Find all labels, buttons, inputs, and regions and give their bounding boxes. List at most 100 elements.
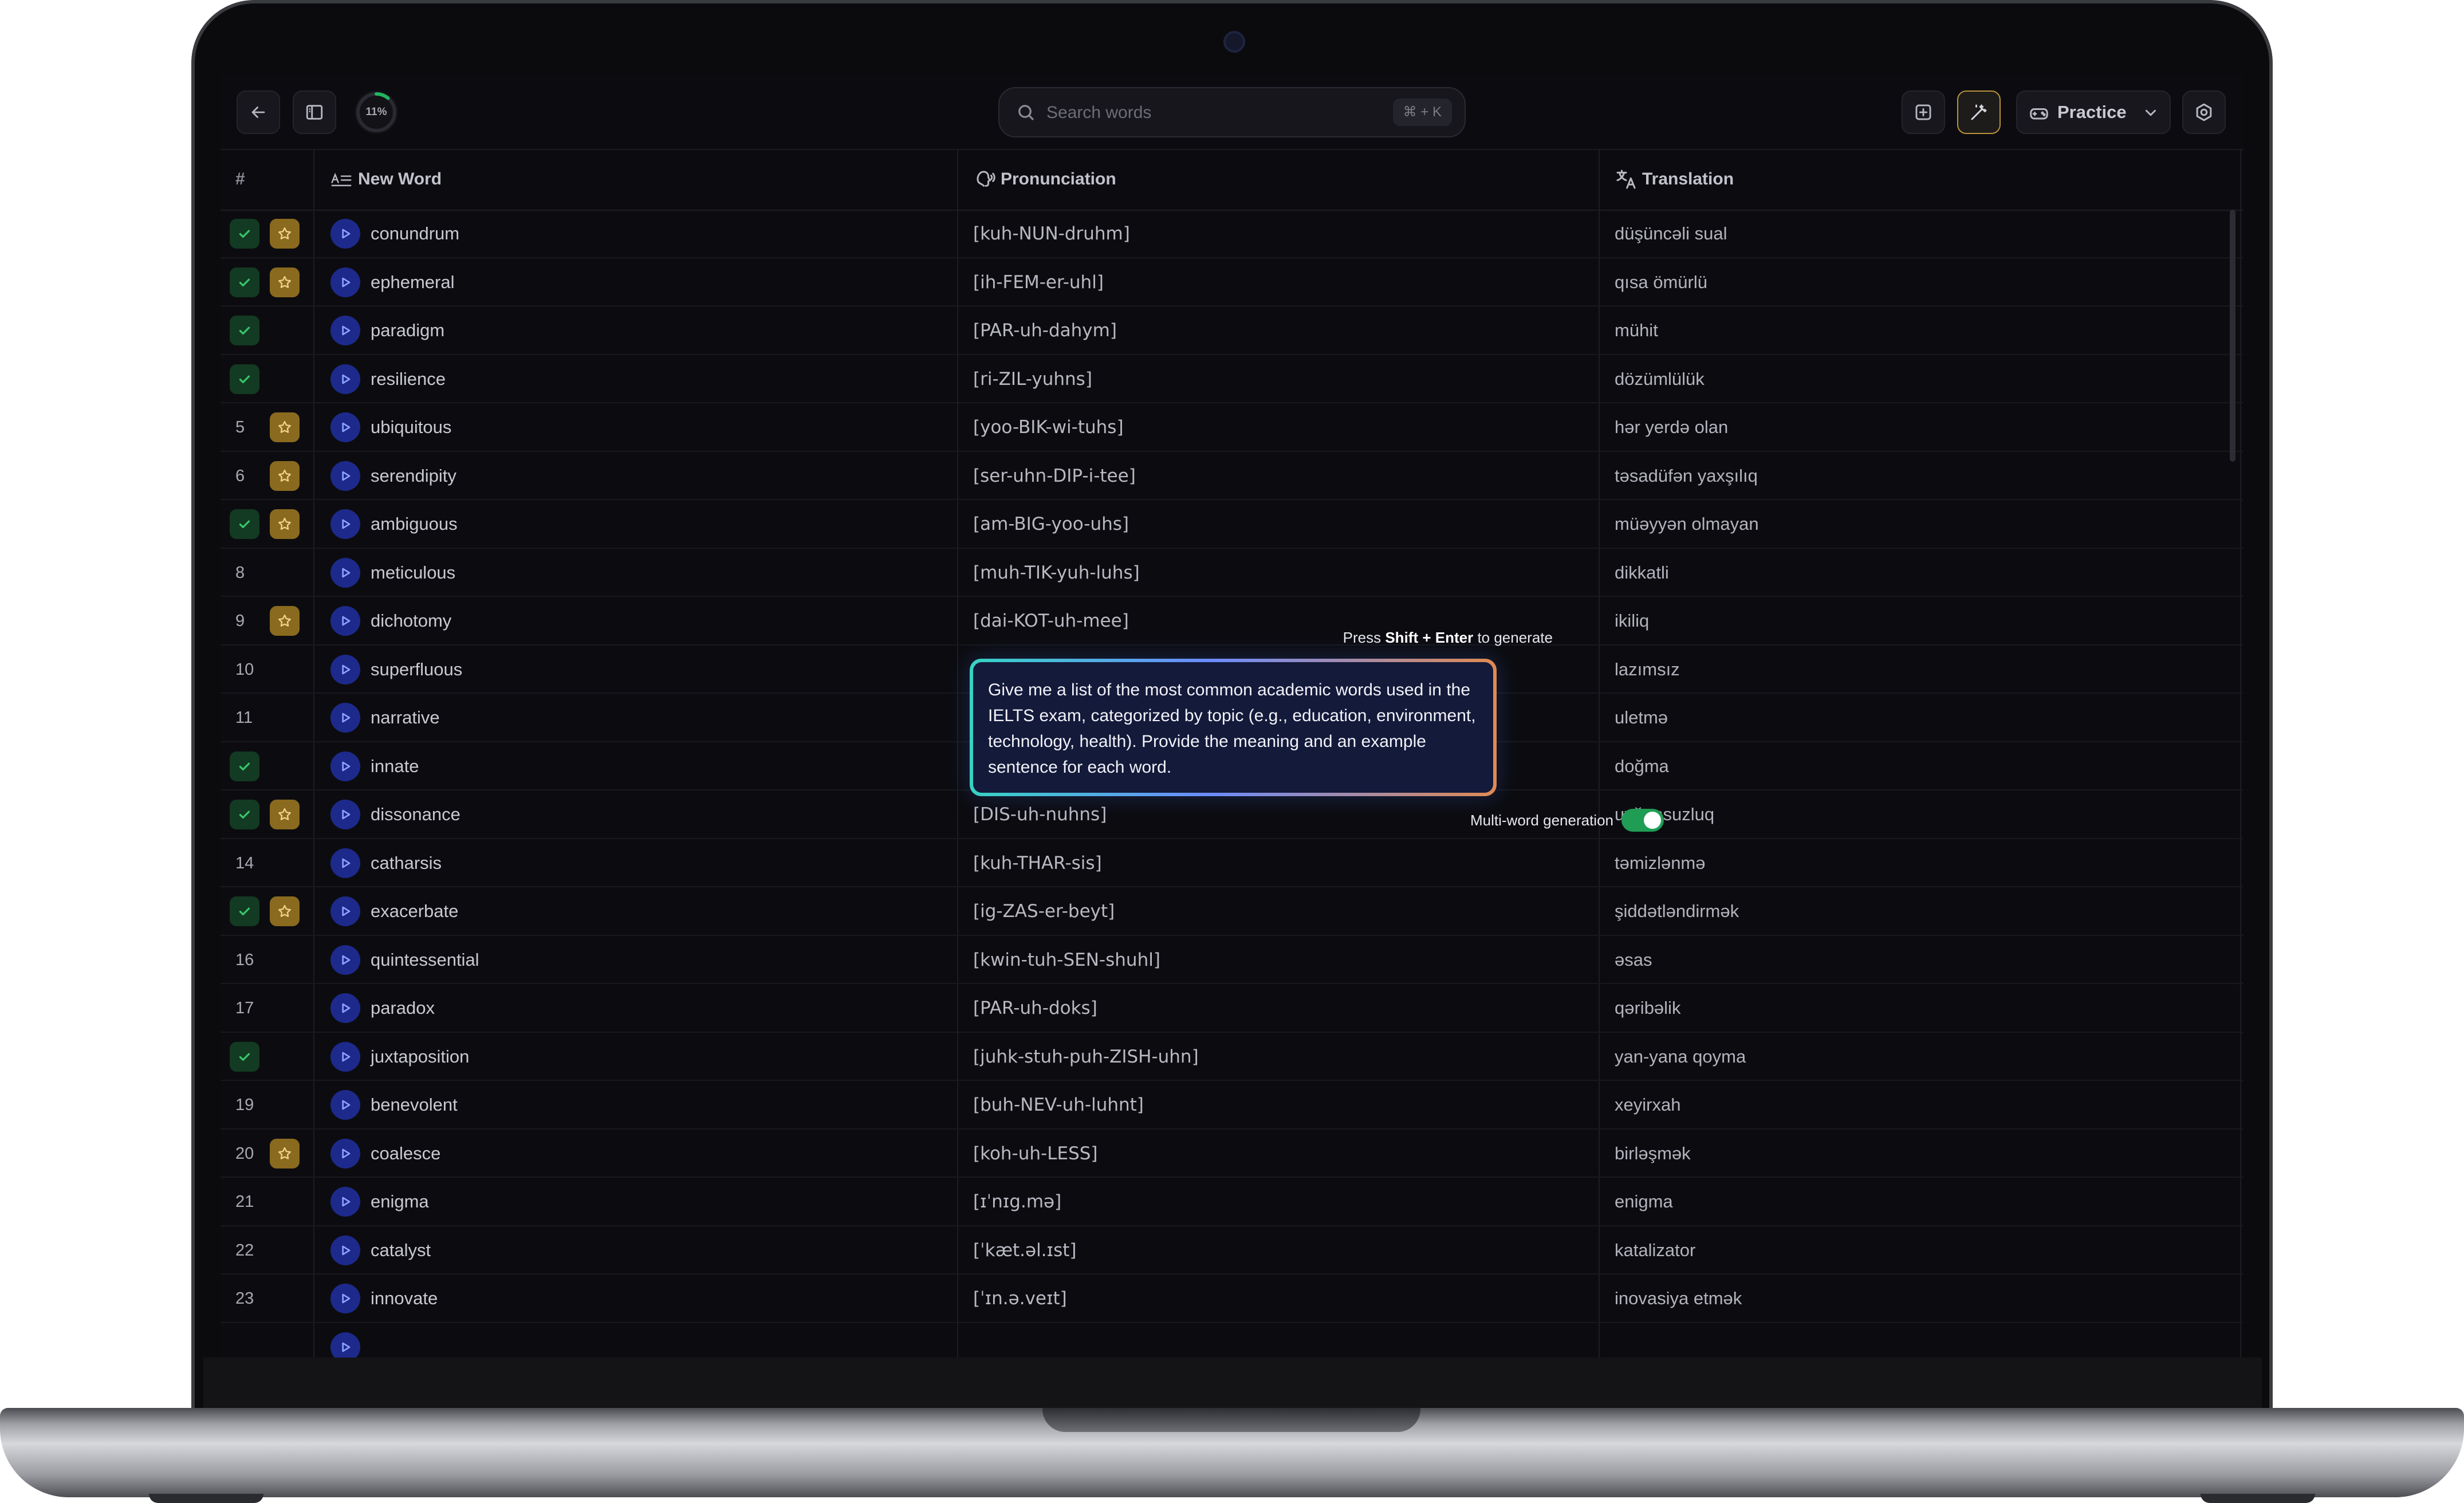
search-box[interactable]: ⌘ + K: [998, 87, 1466, 137]
check-icon: [239, 278, 250, 286]
play-pronunciation-button[interactable]: [330, 1090, 360, 1120]
learned-checkbox[interactable]: [230, 364, 259, 394]
favorite-button[interactable]: [270, 509, 300, 539]
row-number: 19: [235, 1096, 254, 1114]
table-row[interactable]: 19 benevolent [buh-NEV-uh-luhnt] xeyirxah: [221, 1081, 2243, 1130]
column-header-translation[interactable]: Translation: [1615, 149, 1734, 210]
play-pronunciation-button[interactable]: [330, 703, 360, 733]
table-row[interactable]: 8 meticulous [muh-TIK-yuh-luhs] dikkatli: [221, 549, 2243, 597]
learned-checkbox[interactable]: [230, 219, 259, 249]
learned-checkbox[interactable]: [230, 751, 259, 781]
play-pronunciation-button[interactable]: [330, 364, 360, 394]
play-pronunciation-button[interactable]: [330, 848, 360, 878]
favorite-button[interactable]: [270, 461, 300, 491]
play-pronunciation-button[interactable]: [330, 1041, 360, 1072]
column-header-word[interactable]: New Word: [330, 149, 442, 210]
favorite-button[interactable]: [270, 896, 300, 926]
text-format-icon: [331, 172, 352, 187]
play-pronunciation-button[interactable]: [330, 1284, 360, 1313]
table-row[interactable]: paradigm [PAR-uh-dahym] mühit: [221, 306, 2243, 355]
play-pronunciation-button[interactable]: [330, 751, 360, 781]
play-icon: [342, 616, 351, 626]
table-row[interactable]: dissonance [DIS-uh-nuhns] uyğunsuzluq: [221, 790, 2243, 839]
table-row[interactable]: ambiguous [am-BIG-yoo-uhs] müəyyən olmayan: [221, 500, 2243, 549]
favorite-button[interactable]: [270, 219, 300, 249]
favorite-button[interactable]: [270, 1138, 300, 1168]
table-row[interactable]: 21 enigma [ɪˈnɪg.mə] enigma: [221, 1178, 2243, 1226]
learned-checkbox[interactable]: [230, 896, 259, 926]
table-row[interactable]: 14 catharsis [kuh-THAR-sis] təmizlənmə: [221, 839, 2243, 887]
practice-dropdown[interactable]: Practice: [2016, 91, 2171, 134]
play-pronunciation-button[interactable]: [330, 896, 360, 926]
table-row[interactable]: 17 paradox [PAR-uh-doks] qəribəlik: [221, 984, 2243, 1033]
table-row[interactable]: 5 ubiquitous [yoo-BIK-wi-tuhs] hər yerdə ol…: [221, 403, 2243, 452]
play-pronunciation-button[interactable]: [330, 412, 360, 442]
back-button[interactable]: [237, 91, 280, 134]
table-row[interactable]: 6 serendipity [ser-uhn-DIP-i-tee] təsadüfən…: [221, 452, 2243, 500]
table-row[interactable]: 23 innovate [ˈɪn.ə.veɪt] inovasiya etmək: [221, 1274, 2243, 1323]
play-pronunciation-button[interactable]: [330, 606, 360, 636]
translation-text: müəyyən olmayan: [1615, 514, 1759, 534]
learned-checkbox[interactable]: [230, 1041, 259, 1072]
learned-checkbox[interactable]: [230, 509, 259, 539]
play-icon: [342, 858, 351, 868]
sidebar-toggle-button[interactable]: [293, 91, 336, 134]
play-pronunciation-button[interactable]: [330, 1235, 360, 1265]
play-pronunciation-button[interactable]: [330, 1138, 360, 1168]
play-pronunciation-button[interactable]: [330, 1332, 360, 1358]
learned-checkbox[interactable]: [230, 800, 259, 829]
translation-text: doğma: [1615, 756, 1669, 776]
star-icon: [278, 276, 291, 288]
table-row[interactable]: 9 dichotomy [dai-KOT-uh-mee] ikiliq: [221, 597, 2243, 646]
word-text: resilience: [371, 368, 446, 389]
play-pronunciation-button[interactable]: [330, 800, 360, 829]
word-text: dichotomy: [371, 611, 452, 631]
table-row[interactable]: juxtaposition [juhk-stuh-puh-ZISH-uhn] yan…: [221, 1033, 2243, 1081]
translation-text: inovasiya etmək: [1615, 1288, 1742, 1308]
column-header-number: #: [235, 170, 245, 188]
favorite-button[interactable]: [270, 606, 300, 636]
table-row[interactable]: [221, 1323, 2243, 1358]
multi-word-toggle[interactable]: [1621, 809, 1664, 832]
favorite-button[interactable]: [270, 412, 300, 442]
play-pronunciation-button[interactable]: [330, 654, 360, 684]
add-word-button[interactable]: [1902, 91, 1945, 134]
ai-generate-button[interactable]: [1957, 91, 2001, 134]
translation-text: lazımsız: [1615, 659, 1680, 679]
play-pronunciation-button[interactable]: [330, 945, 360, 975]
play-pronunciation-button[interactable]: [330, 993, 360, 1023]
play-pronunciation-button[interactable]: [330, 461, 360, 491]
check-icon: [239, 762, 250, 770]
play-pronunciation-button[interactable]: [330, 557, 360, 588]
table-row[interactable]: conundrum [kuh-NUN-druhm] düşüncəli sual: [221, 210, 2243, 258]
search-input[interactable]: [1045, 97, 1368, 128]
table-row[interactable]: 20 coalesce [koh-uh-LESS] birləşmək: [221, 1130, 2243, 1178]
learned-checkbox[interactable]: [230, 267, 259, 297]
column-header-word-label: New Word: [358, 170, 442, 188]
settings-button[interactable]: [2182, 91, 2226, 134]
table-row[interactable]: resilience [ri-ZIL-yuhns] dözümlülük: [221, 355, 2243, 403]
play-pronunciation-button[interactable]: [330, 219, 360, 249]
table-row[interactable]: exacerbate [ig-ZAS-er-beyt] şiddətləndirmə…: [221, 887, 2243, 936]
pronunciation-text: [juhk-stuh-puh-ZISH-uhn]: [973, 1046, 1199, 1067]
translation-text: əsas: [1615, 949, 1652, 970]
word-text: benevolent: [371, 1095, 458, 1115]
play-pronunciation-button[interactable]: [330, 267, 360, 297]
table-row[interactable]: ephemeral [ih-FEM-er-uhl] qısa ömürlü: [221, 258, 2243, 306]
favorite-button[interactable]: [270, 267, 300, 297]
table-scrollbar[interactable]: [2230, 210, 2235, 462]
play-pronunciation-button[interactable]: [330, 316, 360, 345]
play-pronunciation-button[interactable]: [330, 1187, 360, 1217]
pronunciation-text: [DIS-uh-nuhns]: [973, 804, 1107, 825]
learned-checkbox[interactable]: [230, 316, 259, 345]
ai-prompt-box[interactable]: Give me a list of the most common academ…: [970, 659, 1497, 796]
generate-hint-keys: Shift + Enter: [1385, 629, 1474, 646]
table-row[interactable]: 16 quintessential [kwin-tuh-SEN-shuhl] əsas: [221, 936, 2243, 984]
table-row[interactable]: 22 catalyst [ˈkæt.əl.ɪst] katalizator: [221, 1226, 2243, 1274]
play-icon: [342, 277, 351, 287]
ai-prompt-input[interactable]: Give me a list of the most common academ…: [973, 662, 1493, 793]
column-header-pronunciation[interactable]: Pronunciation: [973, 149, 1116, 210]
play-pronunciation-button[interactable]: [330, 509, 360, 539]
favorite-button[interactable]: [270, 800, 300, 829]
pronunciation-text: [buh-NEV-uh-luhnt]: [973, 1095, 1144, 1115]
